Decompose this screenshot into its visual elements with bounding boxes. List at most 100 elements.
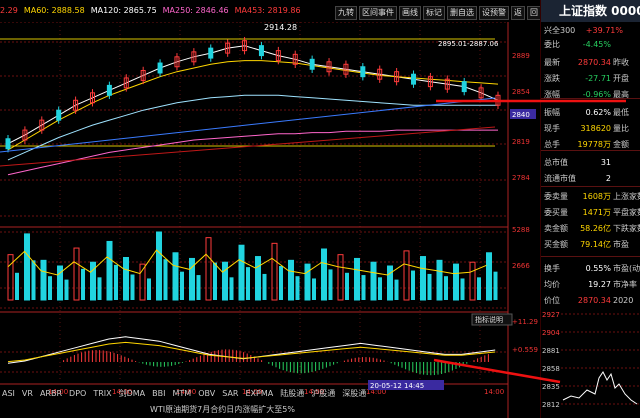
volume-bar: [262, 273, 267, 300]
toolbar-button-4[interactable]: 删自选: [447, 6, 477, 20]
volume-bar: [213, 262, 217, 300]
volume-bar: [222, 261, 228, 301]
macd-dif-line: [7, 336, 496, 364]
quote-value: 1471万: [582, 208, 611, 217]
quote-unit: 市盈(动): [613, 264, 640, 273]
quote-value: 79.14亿: [580, 240, 611, 249]
volume-bar: [147, 278, 151, 300]
volume-bar: [394, 279, 399, 300]
indicator-tab-mtm[interactable]: MTM: [173, 389, 192, 398]
volume-bar: [81, 268, 85, 300]
toolbar-button-5[interactable]: 设预警: [479, 6, 509, 20]
chart-toolbar: 九转区间事件画线标记删自选设预警返回扫: [335, 6, 557, 20]
indicator-tab-沪股通[interactable]: 沪股通: [311, 388, 335, 399]
quote-value: 31: [600, 158, 611, 167]
volume-bar: [288, 259, 294, 301]
mini-axis-label: 2835: [542, 383, 560, 391]
mini-chart[interactable]: 2927 2904 2881 2858 2835 2812: [541, 308, 640, 418]
volume-bar: [444, 276, 448, 300]
volume-bar: [486, 252, 492, 301]
candle-body: [411, 73, 417, 85]
quote-row-9: 委卖量 1608万上涨家数: [541, 188, 640, 205]
quote-value: -4.45%: [582, 40, 611, 49]
kline-chart[interactable]: 2923 2889 2854 2819 2784 5288 2666 +11.29 +0.559…: [0, 22, 540, 418]
volume-bar: [73, 247, 80, 301]
quote-unit: 平盘家数: [613, 208, 640, 217]
volume-bar: [97, 277, 102, 300]
quote-unit: 市盈: [613, 240, 629, 249]
price-axis-label: 2819: [512, 138, 530, 146]
quote-label: 最新: [544, 58, 560, 67]
candle-body: [309, 58, 315, 70]
price-area: [0, 36, 501, 176]
quote-row-10: 委买量 1471万平盘家数: [541, 204, 640, 221]
quote-label: 现手: [544, 124, 560, 133]
indicator-tab-asi[interactable]: ASI: [2, 389, 15, 398]
candle-body: [106, 84, 112, 96]
quote-label: 换手: [544, 264, 560, 273]
volume-bar: [361, 275, 366, 300]
price-axis-label: 2784: [512, 174, 530, 182]
price-axis-label: 2854: [512, 88, 530, 96]
volume-bar: [7, 254, 14, 301]
indicator-tab-expma[interactable]: EXPMA: [245, 389, 273, 398]
quote-unit: 昨收: [613, 58, 629, 67]
indicator-tab-arbr[interactable]: ARBR: [40, 389, 62, 398]
toolbar-button-6[interactable]: 返: [511, 6, 525, 20]
toolbar-button-7[interactable]: 回: [527, 6, 541, 20]
volume-bar: [64, 279, 69, 300]
indicator-tab-trix[interactable]: TRIX: [93, 389, 111, 398]
quote-panel: 上证指数 000001 兴全300 +39.71% 委比-4.45%最新2870…: [540, 0, 640, 418]
mini-header-year: 2020: [613, 296, 634, 305]
quote-row-14: 均价 19.27 市净率: [541, 276, 640, 293]
volume-bar: [312, 278, 316, 300]
quote-row-3: 涨幅 -0.96% 最高: [541, 86, 640, 103]
volume-bar: [427, 273, 432, 300]
quote-value: 318620: [580, 124, 611, 133]
quote-label: 振幅: [544, 108, 560, 117]
indicator-tab-sar[interactable]: SAR: [222, 389, 238, 398]
news-text[interactable]: WTI原油期货7月合约日内涨幅扩大至5%: [150, 405, 295, 414]
candle-body: [157, 62, 163, 74]
indicator-tab-深股通[interactable]: 深股通: [342, 388, 366, 399]
price-axis: 2923 2889 2854 2819 2784 5288 2666 +11.29 +0.559…: [510, 22, 538, 354]
indicator-tab-obv[interactable]: OBV: [198, 389, 215, 398]
volume-bar: [387, 265, 393, 301]
quote-label: 委比: [544, 40, 560, 49]
volume-bar: [172, 252, 179, 301]
index-title: 上证指数 000001: [541, 0, 640, 22]
volume-bar: [31, 260, 36, 300]
volume-area: [7, 231, 498, 301]
news-ticker[interactable]: WTI原油期货7月合约日内涨幅扩大至5%: [0, 402, 540, 418]
indicator-help-button[interactable]: 指标说明: [475, 315, 503, 324]
quote-row-0: 委比 -4.45%: [541, 36, 640, 53]
toolbar-button-3[interactable]: 标记: [423, 6, 445, 20]
quote-row-8: 流通市值 2: [541, 170, 640, 187]
mini-header-label: 价位: [544, 296, 560, 305]
toolbar-button-2[interactable]: 画线: [399, 6, 421, 20]
volume-bar: [337, 254, 344, 301]
toolbar-button-0[interactable]: 九转: [335, 6, 357, 20]
volume-bar: [40, 259, 47, 301]
indicator-tab-bbi[interactable]: BBI: [152, 389, 165, 398]
volume-bar: [180, 271, 184, 300]
quote-row-2: 涨跌 -27.71 开盘: [541, 70, 640, 87]
volume-bar: [24, 233, 30, 301]
quote-row-5: 现手 318620 量比: [541, 120, 640, 137]
price-axis-label: +11.29: [512, 318, 538, 326]
indicator-tab-dpo[interactable]: DPO: [69, 389, 86, 398]
indicator-tab-剑dma[interactable]: 剑DMA: [119, 388, 146, 399]
volume-bar: [123, 257, 129, 301]
volume-bar: [130, 274, 135, 300]
quote-value: 2870.34: [577, 58, 611, 67]
indicator-tab-vr[interactable]: VR: [22, 389, 33, 398]
quote-unit: 市净率: [613, 280, 637, 289]
volume-bar: [411, 270, 415, 300]
indicator-tab-陆股通[interactable]: 陆股通: [280, 388, 304, 399]
quote-row-11: 卖金额 58.26亿下跌家数: [541, 220, 640, 237]
mini-axis-label: 2881: [542, 347, 560, 355]
toolbar-button-1[interactable]: 区间事件: [359, 6, 397, 20]
volume-bar: [493, 271, 498, 300]
volume-bar: [238, 244, 245, 301]
volume-bar: [255, 256, 261, 301]
